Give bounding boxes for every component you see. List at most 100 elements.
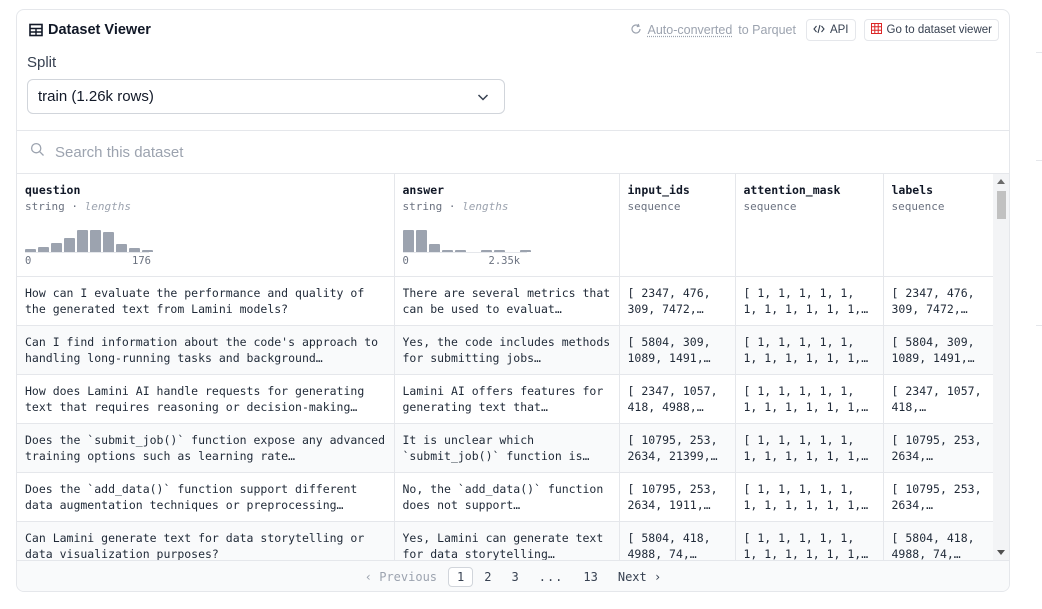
histogram-bar[interactable] [428, 244, 440, 252]
histogram-bar[interactable] [64, 238, 75, 252]
column-histogram [402, 222, 563, 252]
table-cell[interactable]: [ 2347, 476, 309, 7472,… [883, 276, 993, 326]
table-cell[interactable]: [ 1, 1, 1, 1, 1, 1, 1, 1, 1, 1, 1,… [735, 423, 884, 473]
auto-converted-link[interactable]: Auto-converted [648, 23, 733, 37]
table-cell[interactable]: [ 5804, 309, 1089, 1491,… [883, 325, 993, 375]
histogram-bar[interactable] [402, 230, 414, 252]
page-button-13[interactable]: 13 [574, 567, 606, 587]
cell-text: [ 1, 1, 1, 1, 1, 1, 1, 1, 1, 1, 1,… [743, 285, 869, 316]
cell-text: [ 10795, 253, 2634,… [891, 432, 982, 463]
table-cell[interactable]: [ 1, 1, 1, 1, 1, 1, 1, 1, 1, 1, 1,… [735, 472, 884, 522]
table-cell[interactable]: [ 5804, 418, 4988, 74,… [619, 521, 736, 560]
table-cell[interactable]: [ 10795, 253, 2634, 21399,… [619, 423, 736, 473]
table-cell[interactable]: Can I find information about the code's … [17, 325, 395, 375]
table-cell[interactable]: How can I evaluate the performance and q… [17, 276, 395, 326]
histogram-bar[interactable] [51, 243, 62, 252]
table-cell[interactable]: [ 5804, 418, 4988, 74,… [883, 521, 993, 560]
table-row[interactable]: Can Lamini generate text for data storyt… [17, 521, 993, 560]
cell-text: [ 5804, 309, 1089, 1491,… [627, 334, 711, 365]
column-name: labels [891, 183, 934, 197]
split-selected-value: train (1.26k rows) [38, 88, 154, 105]
histogram-bar[interactable] [90, 230, 101, 252]
cell-text: [ 1, 1, 1, 1, 1, 1, 1, 1, 1, 1, 1,… [743, 530, 869, 561]
cell-text: [ 5804, 309, 1089, 1491,… [891, 334, 975, 365]
data-table-container: question string · lengths 0 176 answer s… [17, 174, 993, 560]
table-header-row: question string · lengths 0 176 answer s… [17, 174, 993, 277]
converted-suffix: to Parquet [738, 23, 796, 37]
cell-text: Lamini AI offers features for generating… [402, 383, 604, 414]
column-header[interactable]: question string · lengths 0 176 [17, 174, 395, 277]
table-cell[interactable]: [ 1, 1, 1, 1, 1, 1, 1, 1, 1, 1, 1,… [735, 374, 884, 424]
scroll-up-arrow-icon[interactable] [997, 179, 1005, 184]
table-row[interactable]: How does Lamini AI handle requests for g… [17, 374, 993, 424]
viewer-header: Dataset Viewer Auto-converted to Parquet [17, 10, 1009, 54]
table-row[interactable]: Can I find information about the code's … [17, 325, 993, 375]
table-cell[interactable]: [ 1, 1, 1, 1, 1, 1, 1, 1, 1, 1, 1,… [735, 325, 884, 375]
table-cell[interactable]: [ 2347, 1057, 418,… [883, 374, 993, 424]
page-button-1[interactable]: 1 [448, 567, 474, 587]
table-cell[interactable]: It is unclear which `submit_job()` funct… [394, 423, 620, 473]
page-button-2[interactable]: 2 [475, 567, 500, 587]
column-header[interactable]: answer string · lengths 0 2.35k [394, 174, 620, 277]
cell-text: [ 10795, 253, 2634, 21399,… [627, 432, 718, 463]
table-cell[interactable]: [ 1, 1, 1, 1, 1, 1, 1, 1, 1, 1, 1,… [735, 521, 884, 561]
table-cell[interactable]: [ 10795, 253, 2634, 1911,… [619, 472, 736, 522]
grid-icon [870, 23, 882, 37]
table-vertical-scrollbar[interactable] [993, 174, 1009, 560]
histogram-bar[interactable] [103, 232, 114, 252]
pagination: ‹ Previous 1 2 3 ... 13 Next › [17, 560, 1009, 591]
table-cell[interactable]: No, the `add_data()` function does not s… [394, 472, 620, 522]
cell-text: [ 1, 1, 1, 1, 1, 1, 1, 1, 1, 1, 1,… [743, 432, 869, 463]
column-header[interactable]: input_ids sequence [619, 174, 736, 277]
column-name: input_ids [627, 183, 690, 197]
scroll-down-arrow-icon[interactable] [997, 550, 1005, 555]
column-type: string · lengths [25, 200, 131, 213]
next-page-button[interactable]: Next › [609, 567, 670, 587]
edge-divider [1036, 160, 1042, 161]
histogram-bar[interactable] [116, 244, 127, 252]
table-cell[interactable]: Yes, the code includes methods for submi… [394, 325, 620, 375]
table-cell[interactable]: How does Lamini AI handle requests for g… [17, 374, 395, 424]
table-cell[interactable]: Yes, Lamini can generate text for data s… [394, 521, 620, 560]
table-cell[interactable]: [ 2347, 1057, 418, 4988,… [619, 374, 736, 424]
cell-text: Does the `add_data()` function support d… [25, 481, 358, 512]
column-type: sequence [891, 200, 945, 213]
histogram-bar[interactable] [415, 230, 427, 252]
table-cell[interactable]: [ 5804, 309, 1089, 1491,… [619, 325, 736, 375]
table-row[interactable]: Does the `submit_job()` function expose … [17, 423, 993, 473]
cell-text: Can Lamini generate text for data storyt… [25, 530, 365, 561]
histogram-bar[interactable] [77, 230, 88, 252]
histogram-axis [402, 252, 527, 253]
cell-text: [ 10795, 253, 2634, 1911,… [627, 481, 718, 512]
table-row[interactable]: Does the `add_data()` function support d… [17, 472, 993, 522]
table-cell[interactable]: [ 10795, 253, 2634,… [883, 472, 993, 522]
table-cell[interactable]: [ 10795, 253, 2634,… [883, 423, 993, 473]
column-dtype: string [402, 200, 443, 213]
table-cell[interactable]: Can Lamini generate text for data storyt… [17, 521, 395, 561]
parquet-conversion-status: Auto-converted to Parquet [630, 23, 796, 38]
table-cell[interactable]: There are several metrics that can be us… [394, 276, 620, 326]
cell-text: [ 10795, 253, 2634,… [891, 481, 982, 512]
table-cell[interactable]: Does the `submit_job()` function expose … [17, 423, 395, 473]
go-to-dataset-viewer-button[interactable]: Go to dataset viewer [863, 19, 999, 41]
table-cell[interactable]: Does the `add_data()` function support d… [17, 472, 395, 522]
api-button-label: API [829, 24, 849, 36]
column-header[interactable]: attention_mask sequence [735, 174, 884, 277]
search-input[interactable] [55, 143, 655, 161]
cell-text: [ 1, 1, 1, 1, 1, 1, 1, 1, 1, 1, 1,… [743, 383, 869, 414]
scrollbar-thumb[interactable] [997, 191, 1006, 219]
chevron-down-icon [476, 90, 490, 108]
previous-page-button[interactable]: ‹ Previous [356, 567, 446, 587]
split-select[interactable]: train (1.26k rows) [27, 79, 505, 114]
column-header[interactable]: labels sequence [883, 174, 993, 277]
edge-divider [1036, 325, 1042, 326]
table-cell[interactable]: [ 2347, 476, 309, 7472,… [619, 276, 736, 326]
api-button[interactable]: API [805, 19, 856, 41]
table-cell[interactable]: [ 1, 1, 1, 1, 1, 1, 1, 1, 1, 1, 1,… [735, 276, 884, 326]
table-cell[interactable]: Lamini AI offers features for generating… [394, 374, 620, 424]
code-icon [813, 24, 825, 37]
page-button-3[interactable]: 3 [502, 567, 527, 587]
split-label: Split [27, 54, 57, 71]
cell-text: [ 1, 1, 1, 1, 1, 1, 1, 1, 1, 1, 1,… [743, 481, 869, 512]
table-row[interactable]: How can I evaluate the performance and q… [17, 276, 993, 326]
